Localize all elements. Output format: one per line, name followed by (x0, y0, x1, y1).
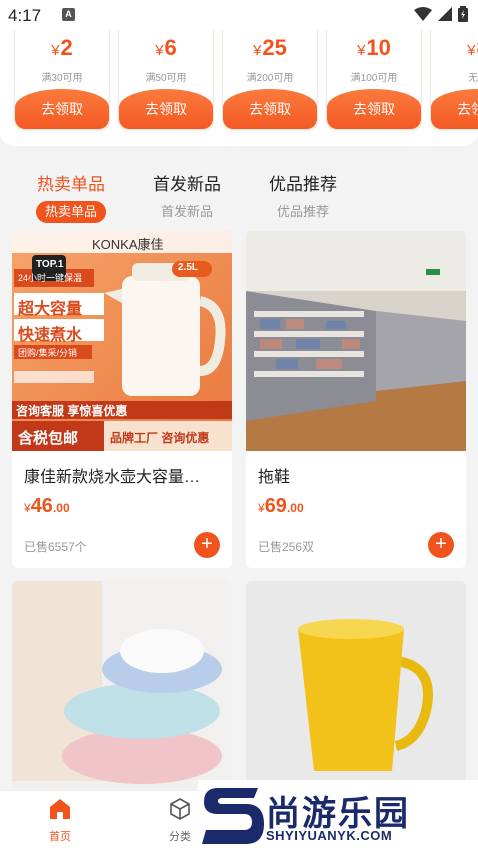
product-card[interactable] (12, 581, 232, 801)
coupon-condition: 满30可用 (41, 73, 83, 84)
price-decimal: .00 (52, 501, 70, 515)
coupon-row: ¥2 满30可用 去领取 ¥6 满50可用 去领取 ¥25 满200可用 去领取… (14, 20, 478, 130)
currency-symbol: ¥ (155, 42, 164, 59)
product-name: 拖鞋 (258, 469, 291, 486)
signal-icon (438, 7, 452, 21)
currency-symbol: ¥ (24, 501, 31, 515)
product-price: ¥69.00 (258, 495, 304, 518)
claim-coupon-button[interactable]: 去领取 (15, 89, 109, 129)
product-price: ¥46.00 (24, 495, 70, 518)
price-integer: 46 (30, 495, 53, 517)
currency-symbol: ¥ (253, 42, 262, 59)
product-banner-text: 含税包邮 (18, 430, 79, 447)
coupon-amount: 2 (60, 35, 73, 60)
coupon-amount: 25 (262, 35, 287, 60)
battery-icon (458, 6, 468, 22)
coupon-amount: 6 (164, 35, 177, 60)
product-card[interactable]: 拖鞋 ¥69.00 已售256双 + (246, 231, 466, 568)
product-brand-text: KONKA康佳 (92, 237, 164, 252)
claim-coupon-button[interactable]: 去领取 (223, 89, 317, 129)
tab-subtitle: 热卖单品 (36, 201, 106, 223)
product-capacity-text: 2.5L (178, 262, 199, 273)
wifi-icon (414, 7, 432, 21)
add-to-cart-button[interactable]: + (428, 532, 454, 558)
claim-coupon-button[interactable]: 去领取 (119, 89, 213, 129)
home-icon (50, 799, 70, 819)
claim-coupon-button[interactable]: 去领取 (431, 89, 478, 129)
coupon-card[interactable]: ¥10 满100可用 去领取 (326, 20, 422, 130)
coupon-card[interactable]: ¥25 满200可用 去领取 (222, 20, 318, 130)
product-image (246, 581, 466, 801)
box-icon (170, 798, 190, 820)
product-name: 康佳新款烧水壶大容量… (24, 469, 201, 486)
currency-symbol: ¥ (357, 42, 366, 59)
coupon-amount: 10 (366, 35, 391, 60)
tab-subtitle: 优品推荐 (276, 204, 329, 219)
tab-title: 优品推荐 (269, 175, 337, 194)
tab-subtitle: 首发新品 (160, 204, 213, 219)
status-time: 4:17 (8, 6, 42, 25)
watermark: 尚游乐园 SHYIYUANYK.COM (198, 780, 478, 850)
watermark-logo-icon (202, 788, 264, 844)
sold-count: 已售256双 (258, 540, 315, 554)
product-feature-text: 快速煮水 (18, 327, 83, 344)
product-image (12, 581, 232, 801)
product-feature-text: 团购/集采/分销 (18, 348, 78, 358)
coupon-condition: 满50可用 (145, 73, 187, 84)
store-shelves-image (246, 231, 466, 451)
product-card[interactable] (246, 581, 466, 801)
notification-icon: A (62, 8, 75, 21)
product-image: KONKA康佳 TOP.1 2.5L 24小时一键保温 超大容量 快速煮水 团购… (12, 231, 232, 451)
price-decimal: .00 (286, 501, 304, 515)
tab-recommended[interactable]: 优品推荐 优品推荐 (248, 170, 358, 223)
tab-hot-items[interactable]: 热卖单品 热卖单品 (16, 170, 126, 223)
category-tabs: 热卖单品 热卖单品 首发新品 首发新品 优品推荐 优品推荐 (0, 170, 478, 226)
sold-count: 已售6557个 (24, 540, 87, 554)
product-banner-text: 咨询客服 享惊喜优惠 (16, 404, 128, 418)
product-image (246, 231, 466, 451)
coupon-condition: 无门 (468, 73, 478, 84)
tab-title: 首发新品 (153, 175, 221, 194)
nav-home[interactable]: 首页 (30, 797, 90, 844)
nav-label: 首页 (49, 831, 71, 843)
product-top-text: TOP.1 (36, 259, 64, 270)
currency-symbol: ¥ (467, 42, 476, 59)
mug-image (246, 581, 466, 801)
coupon-card[interactable]: ¥8 无门 去领取 (430, 20, 478, 130)
coupon-card[interactable]: ¥2 满30可用 去领取 (14, 20, 110, 130)
soap-dish-image (12, 581, 232, 801)
price-integer: 69 (264, 495, 287, 517)
claim-coupon-button[interactable]: 去领取 (327, 89, 421, 129)
tab-title: 热卖单品 (37, 175, 105, 194)
product-feature-text: 超大容量 (18, 301, 83, 318)
product-card[interactable]: KONKA康佳 TOP.1 2.5L 24小时一键保温 超大容量 快速煮水 团购… (12, 231, 232, 568)
product-banner-text: 品牌工厂 咨询优惠 (110, 431, 210, 445)
watermark-url: SHYIYUANYK.COM (266, 828, 393, 843)
currency-symbol: ¥ (258, 501, 265, 515)
add-to-cart-button[interactable]: + (194, 532, 220, 558)
status-bar: 4:17 A (0, 0, 478, 30)
coupon-condition: 满200可用 (246, 73, 294, 84)
coupon-condition: 满100可用 (350, 73, 398, 84)
product-feature-text: 24小时一键保温 (18, 273, 83, 283)
coupon-card[interactable]: ¥6 满50可用 去领取 (118, 20, 214, 130)
tab-new-items[interactable]: 首发新品 首发新品 (132, 170, 242, 223)
currency-symbol: ¥ (51, 42, 60, 59)
